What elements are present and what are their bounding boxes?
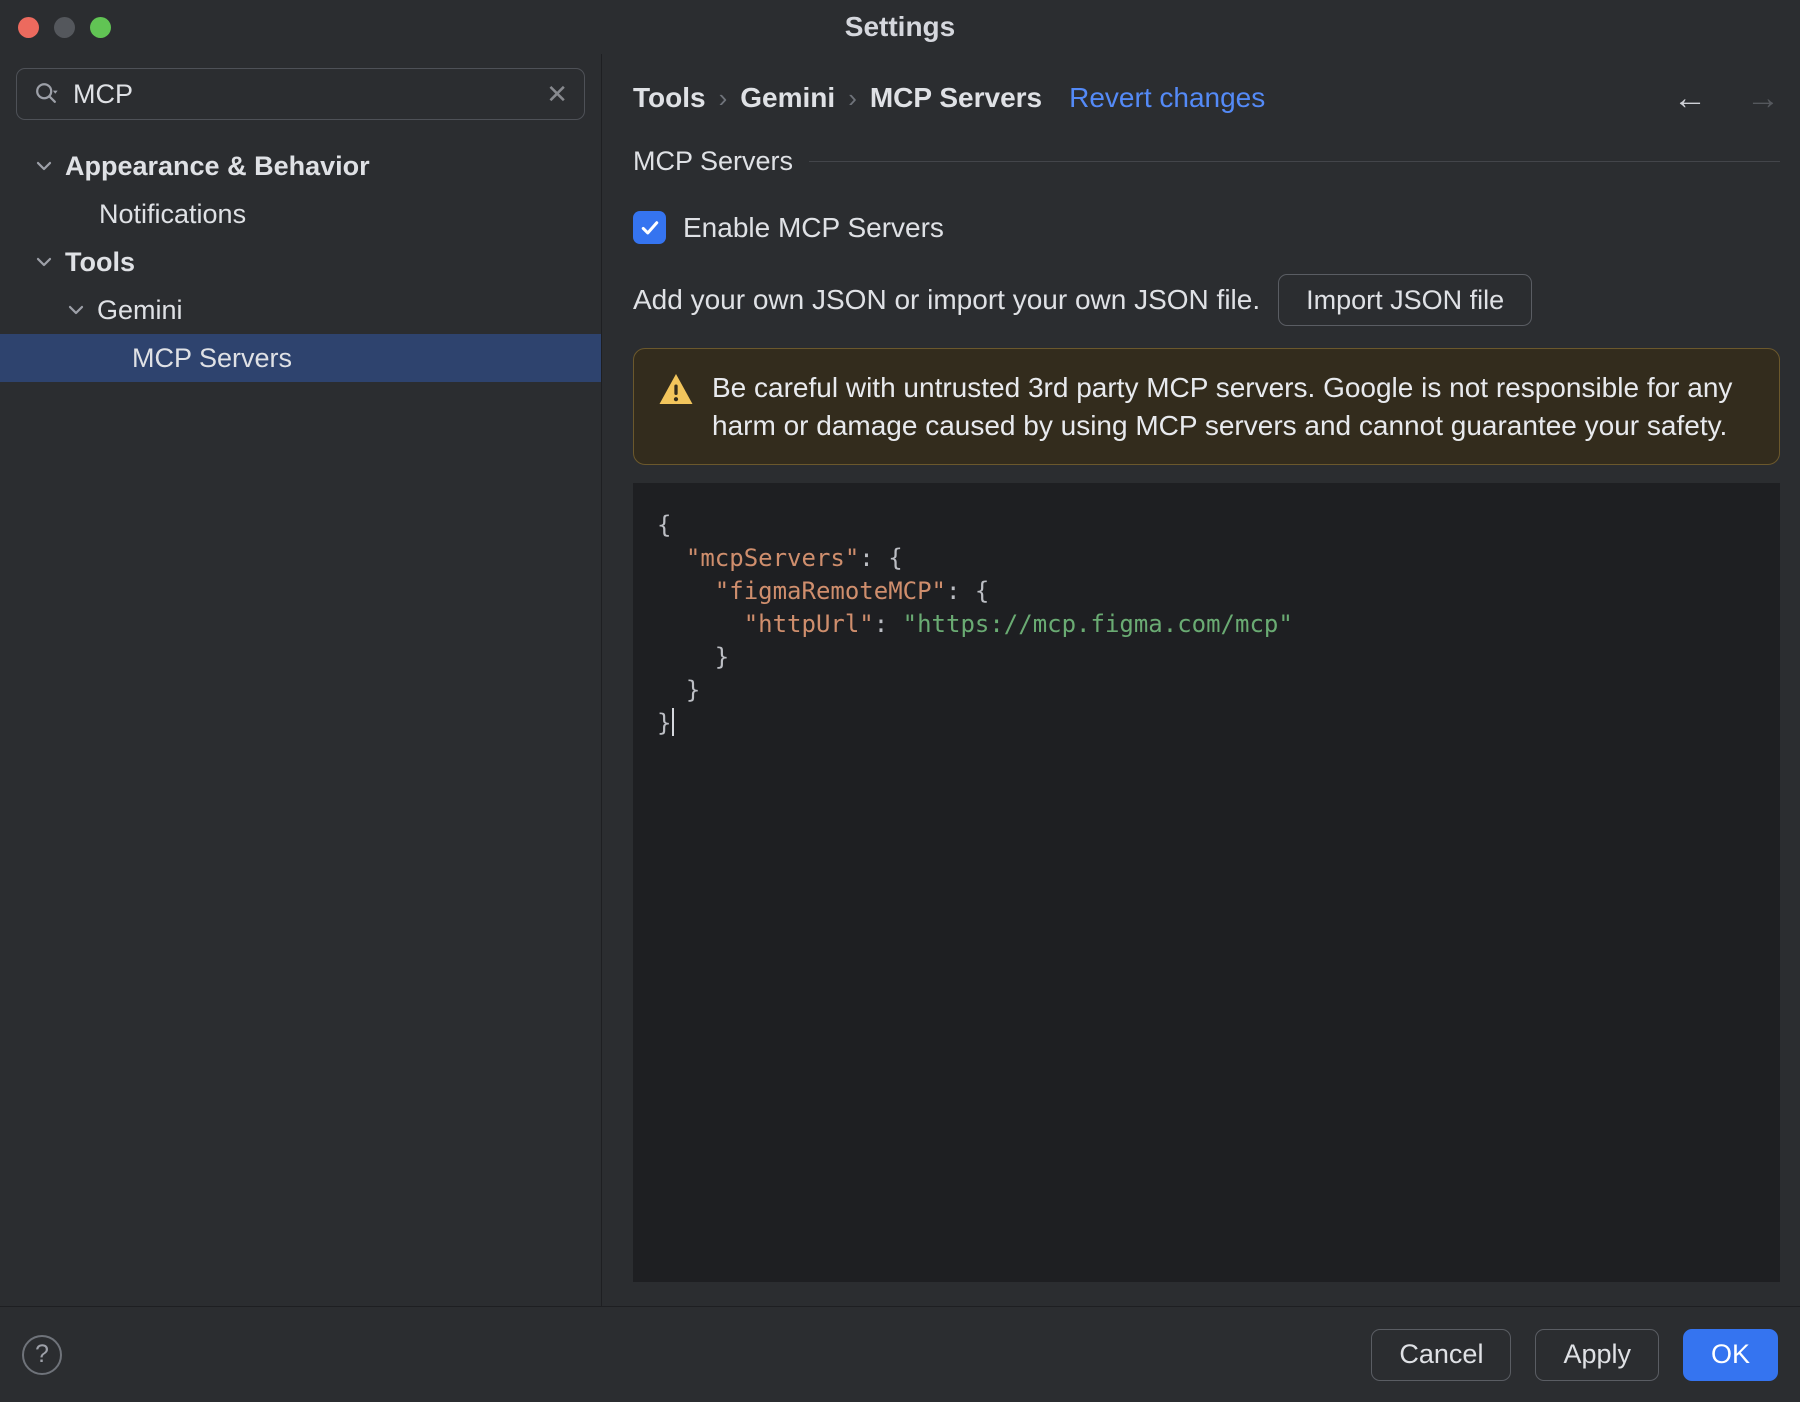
breadcrumb-separator: › bbox=[848, 82, 857, 113]
warning-icon bbox=[658, 372, 694, 411]
sidebar-item-label: MCP Servers bbox=[132, 342, 293, 373]
import-row: Add your own JSON or import your own JSO… bbox=[633, 274, 1780, 326]
minimize-window-button[interactable] bbox=[54, 16, 75, 38]
import-json-button[interactable]: Import JSON file bbox=[1278, 274, 1533, 326]
titlebar: Settings bbox=[0, 0, 1800, 54]
zoom-window-button[interactable] bbox=[90, 16, 111, 38]
sidebar-item-gemini[interactable]: Gemini bbox=[0, 286, 601, 334]
chevron-down-icon[interactable] bbox=[32, 250, 56, 274]
chevron-down-icon[interactable] bbox=[32, 154, 56, 178]
window-title: Settings bbox=[844, 11, 956, 42]
enable-mcp-row: Enable MCP Servers bbox=[633, 211, 1780, 244]
sidebar-item-mcp-servers[interactable]: MCP Servers bbox=[0, 334, 601, 382]
settings-tree: Appearance & Behavior Notifications Tool… bbox=[0, 142, 601, 382]
breadcrumb: Tools › Gemini › MCP Servers Revert chan… bbox=[633, 78, 1780, 118]
ok-button[interactable]: OK bbox=[1682, 1328, 1778, 1381]
import-description: Add your own JSON or import your own JSO… bbox=[633, 284, 1261, 315]
settings-sidebar: ✕ Appearance & Behavior Notifications To bbox=[0, 54, 602, 1306]
sidebar-item-notifications[interactable]: Notifications bbox=[0, 190, 601, 238]
sidebar-item-appearance-behavior[interactable]: Appearance & Behavior bbox=[0, 142, 601, 190]
json-editor-code[interactable]: { "mcpServers": { "figmaRemoteMCP": { "h… bbox=[657, 509, 1760, 740]
help-button[interactable]: ? bbox=[22, 1334, 62, 1375]
settings-window: Settings ✕ bbox=[0, 0, 1800, 1402]
section-title: MCP Servers bbox=[633, 146, 794, 176]
close-window-button[interactable] bbox=[18, 16, 39, 38]
traffic-lights bbox=[18, 0, 111, 54]
enable-mcp-label[interactable]: Enable MCP Servers bbox=[683, 212, 944, 244]
breadcrumb-mcp-servers: MCP Servers bbox=[869, 82, 1043, 113]
enable-mcp-checkbox[interactable] bbox=[633, 211, 666, 244]
sidebar-item-label: Appearance & Behavior bbox=[65, 150, 370, 181]
sidebar-item-label: Tools bbox=[65, 246, 135, 277]
settings-search-box[interactable]: ✕ bbox=[16, 68, 585, 120]
warning-banner: Be careful with untrusted 3rd party MCP … bbox=[633, 348, 1780, 466]
sidebar-item-label: Gemini bbox=[97, 294, 183, 325]
settings-content: ✕ Appearance & Behavior Notifications To bbox=[0, 54, 1800, 1306]
sidebar-item-label: Notifications bbox=[99, 198, 247, 229]
breadcrumb-separator: › bbox=[718, 82, 728, 113]
cancel-button[interactable]: Cancel bbox=[1371, 1328, 1512, 1381]
forward-arrow-button[interactable]: → bbox=[1746, 81, 1780, 115]
search-icon bbox=[33, 80, 61, 108]
dialog-footer: ? Cancel Apply OK bbox=[0, 1306, 1800, 1402]
warning-text: Be careful with untrusted 3rd party MCP … bbox=[712, 372, 1733, 441]
search-input[interactable] bbox=[73, 78, 535, 110]
json-editor[interactable]: { "mcpServers": { "figmaRemoteMCP": { "h… bbox=[633, 483, 1780, 1282]
sidebar-item-tools[interactable]: Tools bbox=[0, 238, 601, 286]
breadcrumb-gemini[interactable]: Gemini bbox=[740, 82, 835, 114]
revert-changes-link[interactable]: Revert changes bbox=[1069, 82, 1265, 114]
chevron-down-icon[interactable] bbox=[64, 298, 88, 322]
back-arrow-button[interactable]: ← bbox=[1673, 81, 1707, 115]
text-caret bbox=[672, 708, 675, 737]
breadcrumb-tools[interactable]: Tools bbox=[633, 82, 706, 114]
apply-button[interactable]: Apply bbox=[1535, 1328, 1659, 1381]
clear-search-icon[interactable]: ✕ bbox=[546, 81, 568, 107]
section-header: MCP Servers bbox=[633, 146, 1780, 177]
section-divider bbox=[809, 161, 1780, 162]
mcp-servers-panel: Tools › Gemini › MCP Servers Revert chan… bbox=[602, 54, 1800, 1306]
